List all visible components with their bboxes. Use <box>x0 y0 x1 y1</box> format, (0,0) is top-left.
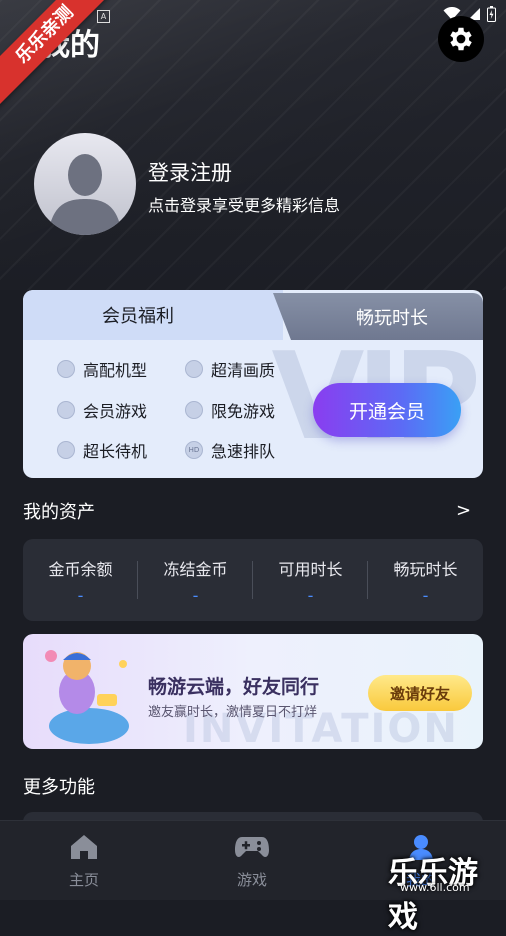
tab-label: 游戏 <box>236 871 267 889</box>
sparkle-icon <box>185 360 203 378</box>
tab-home[interactable]: 主页 <box>44 833 124 890</box>
perk-label: 超清画质 <box>211 361 276 380</box>
ticket-icon <box>185 401 203 419</box>
perk-item: 超长待机 <box>57 438 147 462</box>
perk-label: 高配机型 <box>83 361 148 380</box>
asset-label: 畅玩时长 <box>393 560 458 579</box>
open-vip-button[interactable]: 开通会员 <box>313 383 461 437</box>
invite-banner[interactable]: INVITATION 畅游云端，好友同行 邀友赢时长，激情夏日不打烊 邀请好友 <box>23 634 483 749</box>
perk-label: 限免游戏 <box>211 402 276 421</box>
perk-item: 高配机型 <box>57 357 147 381</box>
home-icon <box>71 835 97 859</box>
battery-icon <box>57 441 75 459</box>
vip-card: VIP 会员福利 畅玩时长 高配机型 超清画质 会员游戏 限免游戏 超长待机 H… <box>23 290 483 478</box>
asset-item-coin-balance[interactable]: 金币余额 - <box>23 539 138 621</box>
asset-label: 金币余额 <box>48 560 113 579</box>
assets-card: 金币余额 - 冻结金币 - 可用时长 - 畅玩时长 - <box>23 539 483 621</box>
default-avatar-icon <box>48 154 122 235</box>
asset-label: 可用时长 <box>278 560 343 579</box>
battery-icon <box>487 6 496 22</box>
gamepad-icon <box>57 401 75 419</box>
perk-label: 急速排队 <box>211 442 276 461</box>
chevron-right-icon[interactable]: > <box>456 500 471 521</box>
avatar[interactable] <box>34 133 136 235</box>
more-features-title: 更多功能 <box>23 777 95 798</box>
asset-item-available-time[interactable]: 可用时长 - <box>253 539 368 621</box>
perk-item: 超清画质 <box>185 357 275 381</box>
asset-value: - <box>307 586 314 605</box>
login-subtitle: 点击登录享受更多精彩信息 <box>148 196 341 215</box>
mascot-illustration <box>45 650 129 744</box>
perk-item: HD 急速排队 <box>185 438 275 462</box>
asset-label: 冻结金币 <box>163 560 228 579</box>
asset-value: - <box>192 586 199 605</box>
invite-friends-button[interactable]: 邀请好友 <box>368 675 472 711</box>
tab-member-benefits[interactable]: 会员福利 <box>23 290 283 340</box>
banner-subtitle: 邀友赢时长，激情夏日不打烊 <box>148 705 318 720</box>
settings-button[interactable] <box>438 16 484 62</box>
banner-title: 畅游云端，好友同行 <box>148 676 320 698</box>
asset-value: - <box>77 586 84 605</box>
gear-icon <box>450 27 472 51</box>
perk-label: 超长待机 <box>83 442 148 461</box>
asset-item-play-time[interactable]: 畅玩时长 - <box>368 539 483 621</box>
perk-item: 会员游戏 <box>57 398 147 422</box>
tab-label: 主页 <box>68 871 99 889</box>
login-register-link[interactable]: 登录注册 <box>148 157 232 187</box>
assets-title: 我的资产 <box>23 502 95 523</box>
asset-item-frozen-coins[interactable]: 冻结金币 - <box>138 539 253 621</box>
gamepad-icon <box>235 837 269 858</box>
hd-icon: HD <box>185 441 203 459</box>
perk-label: 会员游戏 <box>83 402 148 421</box>
notification-icon: A <box>97 10 110 23</box>
clock-icon <box>57 360 75 378</box>
perk-item: 限免游戏 <box>185 398 275 422</box>
asset-value: - <box>422 586 429 605</box>
tab-games[interactable]: 游戏 <box>212 833 292 890</box>
site-url-watermark: www.6ll.com <box>400 881 470 894</box>
